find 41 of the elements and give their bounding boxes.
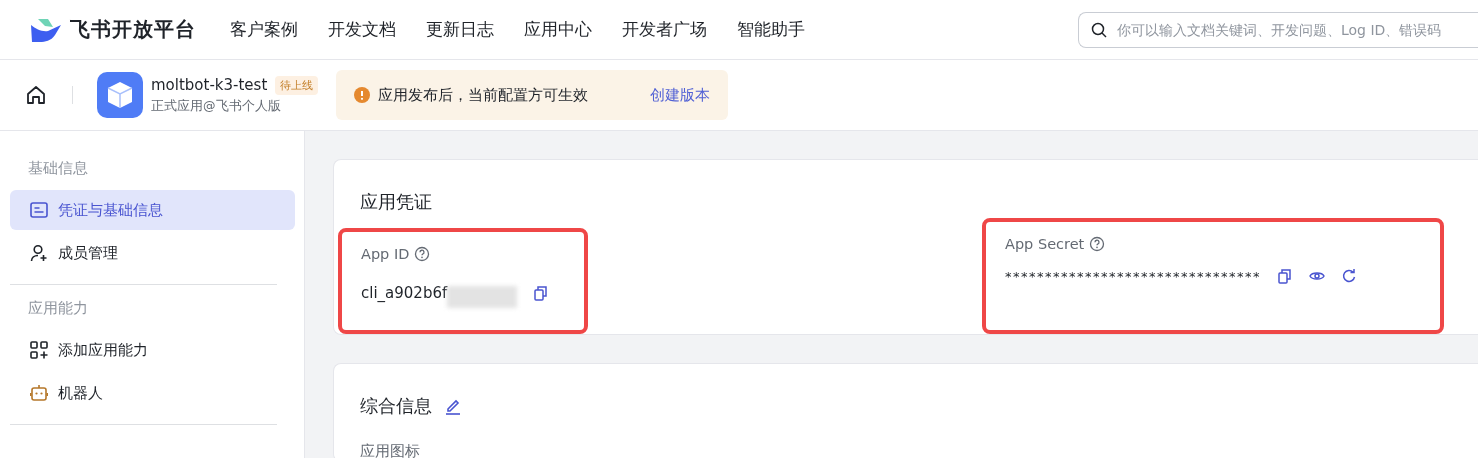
brand-name: 飞书开放平台	[70, 16, 196, 43]
sidebar-item[interactable]: 凭证与基础信息	[10, 190, 295, 230]
create-version-link[interactable]: 创建版本	[650, 85, 711, 105]
cube-icon	[97, 72, 143, 118]
nav-link[interactable]: 智能助手	[737, 18, 805, 41]
field-label: App Secret	[1005, 236, 1085, 252]
copy-icon[interactable]	[533, 285, 550, 301]
logo-icon[interactable]	[30, 16, 62, 43]
nav-link[interactable]: 更新日志	[426, 18, 494, 41]
app-name: moltbot-k3-test	[151, 76, 268, 94]
help-icon[interactable]	[414, 246, 431, 262]
sidebar-item[interactable]: 机器人	[10, 373, 295, 413]
field-label: 应用图标	[360, 442, 421, 458]
edit-icon[interactable]	[444, 397, 462, 415]
copy-icon[interactable]	[1277, 268, 1293, 284]
grid-plus-icon	[30, 341, 48, 359]
field-value: cli_a902b6f	[361, 284, 448, 302]
search-field[interactable]: 你可以输入文档关键词、开发问题、Log ID、错误码	[1078, 11, 1478, 48]
section-title: 应用能力	[27, 299, 89, 318]
nav-link[interactable]: 应用中心	[524, 18, 592, 41]
sidebar-item[interactable]: 成员管理	[10, 233, 295, 273]
sidebar-item[interactable]: 添加应用能力	[10, 330, 295, 370]
home-icon[interactable]	[26, 85, 46, 105]
nav-link[interactable]: 开发者广场	[622, 18, 707, 41]
card-icon	[30, 202, 48, 218]
search-icon	[1091, 21, 1107, 38]
user-plus-icon	[30, 244, 48, 262]
status-tag: 待上线	[275, 75, 319, 95]
card-title: 应用凭证	[360, 190, 433, 214]
refresh-icon[interactable]	[1341, 268, 1357, 284]
field-label: App ID	[361, 246, 410, 262]
help-icon[interactable]	[1089, 236, 1106, 252]
notice-text: 应用发布后，当前配置方可生效	[378, 85, 589, 105]
warning-icon	[354, 87, 371, 103]
section-title: 基础信息	[27, 159, 89, 178]
card-title: 综合信息	[360, 394, 432, 418]
robot-icon	[30, 384, 48, 402]
field-value: ********************************	[1005, 268, 1261, 284]
nav-link[interactable]: 客户案例	[230, 18, 298, 41]
nav-link[interactable]: 开发文档	[328, 18, 396, 41]
app-subtitle: 正式应用@飞书个人版	[151, 97, 282, 115]
